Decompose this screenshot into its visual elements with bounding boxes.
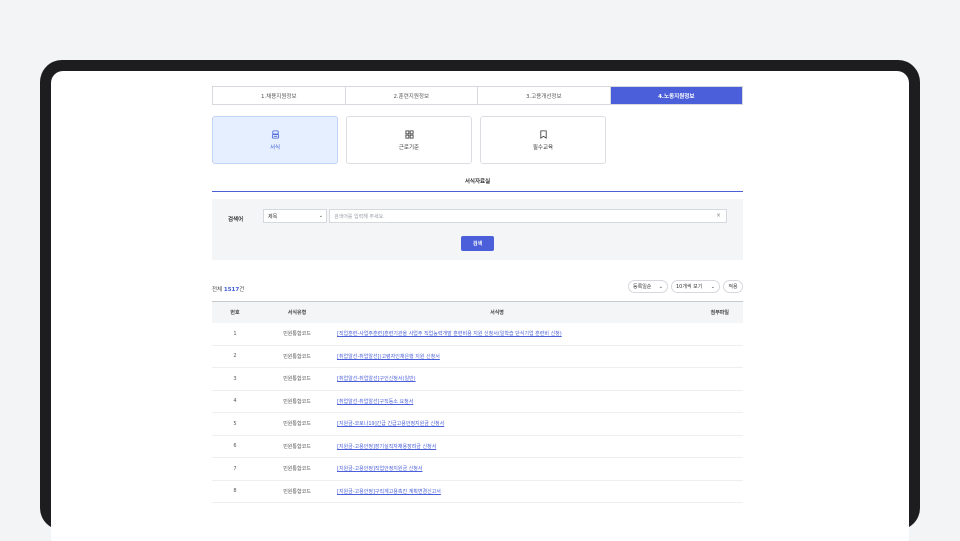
row-file: [658, 480, 743, 503]
table-row: 6 민원통합코드 [지원금-고용안정]장기실직자채용장려금 신청서: [212, 435, 743, 458]
device-frame: 1.채용지원정보 2.훈련지원정보 3.고용개선정보 4.노동지원정보 서식 근…: [40, 60, 920, 541]
row-type: 민원통합코드: [258, 480, 336, 503]
row-no: 1: [212, 323, 258, 346]
book-icon: [539, 129, 547, 139]
row-no: 3: [212, 367, 258, 391]
section-title: 서식자료실: [212, 177, 743, 192]
tab-labor-support[interactable]: 4.노동지원정보: [610, 87, 742, 104]
row-title-link[interactable]: [직업훈련-사업주훈련]훈련기관을 사업주 직업능력개발 훈련비용 지원 신청서…: [337, 331, 562, 337]
row-title-link[interactable]: [취업알선-취업알선]구인신청서(일반): [337, 376, 416, 382]
row-file: [658, 457, 743, 481]
row-file: [658, 412, 743, 436]
tab-employment-improvement[interactable]: 3.고용개선정보: [478, 87, 611, 104]
row-type: 민원통합코드: [258, 323, 336, 346]
tab-recruitment-support[interactable]: 1.채용지원정보: [213, 87, 346, 104]
row-type: 민원통합코드: [258, 390, 336, 413]
category-tabs: 1.채용지원정보 2.훈련지원정보 3.고용개선정보 4.노동지원정보: [212, 86, 743, 105]
row-title-link[interactable]: [지원금-고용안정]장기실직자채용장려금 신청서: [337, 444, 436, 450]
col-title: 서식명: [490, 310, 504, 316]
card-required-education[interactable]: 필수교육: [480, 116, 606, 164]
sort-select[interactable]: 등록일순 ⌄: [628, 280, 668, 293]
search-field-value: 제목: [268, 213, 278, 220]
row-title-link[interactable]: [지원금-코로나19]긴급 긴급고용안정지원금 신청서: [337, 421, 444, 427]
total-number: 1517: [223, 287, 240, 293]
col-type: 서식유형: [287, 310, 307, 316]
card-forms[interactable]: 서식: [212, 116, 338, 164]
row-no: 5: [212, 412, 258, 436]
table-row: 1 민원통합코드 [직업훈련-사업주훈련]훈련기관을 사업주 직업능력개발 훈련…: [212, 323, 743, 346]
row-no: 6: [212, 435, 258, 458]
row-no: 8: [212, 480, 258, 503]
row-file: [658, 435, 743, 458]
apply-button[interactable]: 적용: [723, 280, 743, 293]
table-row: 5 민원통합코드 [지원금-코로나19]긴급 긴급고용안정지원금 신청서: [212, 412, 743, 436]
chevron-down-icon: ⌄: [710, 283, 715, 290]
total-prefix: 전체: [212, 287, 224, 293]
search-label: 검색어: [228, 217, 244, 223]
search-input[interactable]: 검색어를 입력해 주세요. ×: [329, 209, 727, 223]
page-size-select[interactable]: 10개씩 보기 ⌄: [671, 280, 720, 293]
screen: 1.채용지원정보 2.훈련지원정보 3.고용개선정보 4.노동지원정보 서식 근…: [51, 71, 909, 541]
row-file: [658, 390, 743, 413]
search-field-select[interactable]: 제목 ⌄: [263, 209, 327, 223]
chevron-down-icon: ⌄: [318, 213, 323, 219]
row-type: 민원통합코드: [258, 345, 336, 368]
grid-icon: [404, 129, 414, 139]
table-row: 7 민원통합코드 [지원금-고용안정]직업안정지원금 신청서: [212, 457, 743, 481]
card-label: 필수교육: [532, 144, 554, 151]
row-no: 4: [212, 390, 258, 413]
row-no: 7: [212, 457, 258, 481]
row-type: 민원통합코드: [258, 435, 336, 458]
row-title-link[interactable]: [지원금-고용안정]구직계고용촉진 계획변경신고서: [337, 489, 441, 495]
main-content: 1.채용지원정보 2.훈련지원정보 3.고용개선정보 4.노동지원정보 서식 근…: [212, 86, 743, 503]
table-row: 2 민원통합코드 [취업알선-취업알선](고령자인재은행 지원 신청서: [212, 345, 743, 368]
row-no: 2: [212, 345, 258, 368]
chevron-down-icon: ⌄: [658, 283, 663, 290]
search-placeholder: 검색어를 입력해 주세요.: [334, 213, 385, 220]
sub-category-cards: 서식 근로기준 필수교육: [212, 116, 743, 164]
tab-training-support[interactable]: 2.훈련지원정보: [346, 87, 478, 104]
col-file: 첨부파일: [710, 310, 729, 316]
table-row: 3 민원통합코드 [취업알선-취업알선]구인신청서(일반): [212, 367, 743, 391]
search-panel: 검색어 제목 ⌄ 검색어를 입력해 주세요. × 검색: [212, 199, 743, 260]
forms-table: 번호 서식유형 서식명 첨부파일 1 민원통합코드 [직업훈련-사업주훈련]훈련…: [212, 301, 743, 503]
table-row: 4 민원통합코드 [취업알선-취업알선]구직등소 요청서: [212, 390, 743, 413]
row-title-link[interactable]: [지원금-고용안정]직업안정지원금 신청서: [337, 466, 423, 472]
document-stack-icon: [271, 129, 279, 139]
card-label: 근로기준: [398, 144, 420, 151]
sort-value: 등록일순: [633, 284, 652, 290]
col-no: 번호: [230, 310, 240, 316]
total-count: 전체 1517건: [212, 285, 244, 293]
row-type: 민원통합코드: [258, 457, 336, 481]
card-labor-standards[interactable]: 근로기준: [346, 116, 472, 164]
clear-icon[interactable]: ×: [716, 212, 721, 219]
row-title-link[interactable]: [취업알선-취업알선]구직등소 요청서: [337, 399, 413, 405]
list-toolbar: 전체 1517건 등록일순 ⌄ 10개씩 보기 ⌄ 적용: [212, 280, 743, 298]
page-size-value: 10개씩 보기: [676, 284, 703, 290]
table-header-row: 번호 서식유형 서식명 첨부파일: [212, 301, 743, 323]
row-type: 민원통합코드: [258, 412, 336, 436]
row-type: 민원통합코드: [258, 367, 336, 391]
search-button[interactable]: 검색: [461, 236, 494, 251]
card-label: 서식: [269, 144, 281, 151]
row-file: [658, 367, 743, 391]
table-row: 8 민원통합코드 [지원금-고용안정]구직계고용촉진 계획변경신고서: [212, 480, 743, 503]
row-title-link[interactable]: [취업알선-취업알선](고령자인재은행 지원 신청서: [337, 354, 440, 360]
row-file: [658, 323, 743, 346]
row-file: [658, 345, 743, 368]
total-suffix: 건: [239, 287, 245, 293]
